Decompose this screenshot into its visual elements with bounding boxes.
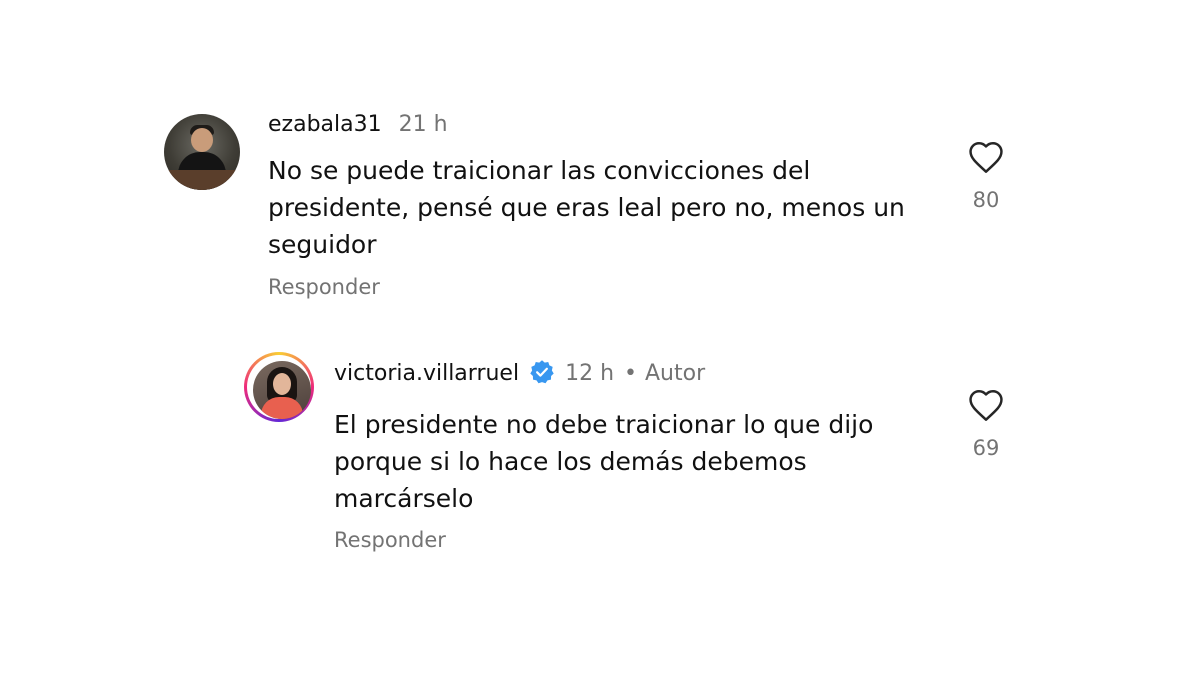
verified-badge-icon	[530, 360, 554, 384]
heart-outline-icon	[969, 390, 1003, 421]
reply-button[interactable]: Responder	[334, 528, 446, 552]
comment-text: El presidente no debe traicionar lo que …	[334, 410, 874, 513]
avatar-table	[168, 170, 236, 190]
timestamp: 21 h	[398, 112, 448, 137]
avatar-torso	[261, 397, 303, 419]
reply-button[interactable]: Responder	[268, 275, 380, 299]
story-ring-gap	[247, 355, 311, 419]
comment: ezabala31 21 h No se puede traicionar la…	[0, 0, 1200, 320]
username[interactable]: victoria.villarruel	[334, 361, 519, 386]
like-group: 69	[956, 388, 1016, 460]
author-label: Autor	[645, 361, 706, 386]
like-count: 69	[972, 436, 1000, 460]
heart-outline-icon	[969, 142, 1003, 173]
story-ring[interactable]	[244, 352, 314, 422]
comment-header: ezabala31 21 h	[268, 111, 448, 139]
avatar	[253, 361, 311, 419]
comment-header: victoria.villarruel 12 h • Autor	[334, 359, 705, 388]
like-group: 80	[956, 140, 1016, 212]
username[interactable]: ezabala31	[268, 112, 382, 137]
like-button[interactable]	[967, 140, 1005, 174]
comment-text: No se puede traicionar las convicciones …	[268, 156, 905, 259]
avatar-head	[273, 373, 291, 395]
avatar-head	[191, 128, 213, 152]
like-count: 80	[972, 188, 1000, 212]
like-button[interactable]	[967, 388, 1005, 422]
timestamp: 12 h	[565, 361, 615, 386]
avatar[interactable]	[164, 114, 240, 190]
separator-dot: •	[624, 361, 637, 386]
